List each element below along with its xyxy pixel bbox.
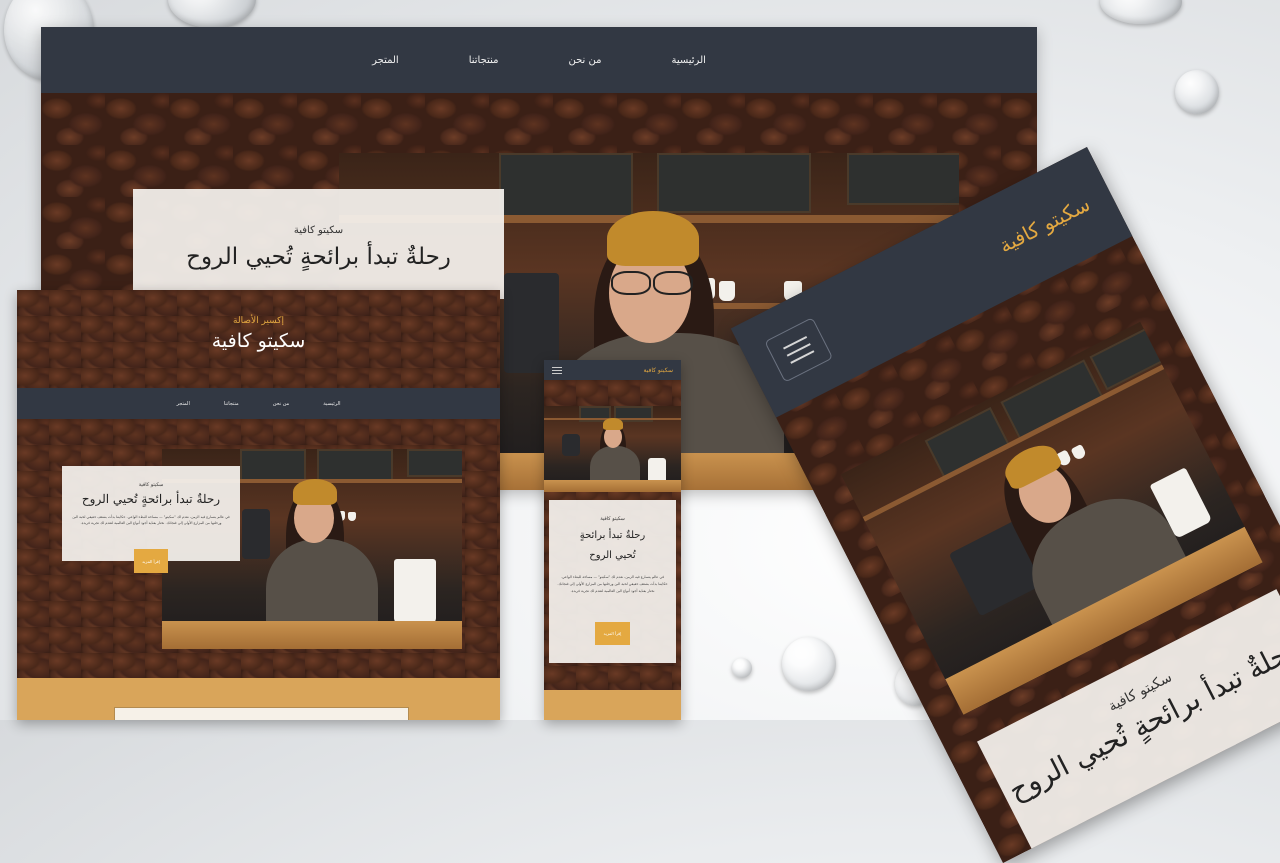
- nav-item-products[interactable]: منتجاتنا: [469, 55, 499, 66]
- water-drop-decoration: [732, 658, 752, 678]
- mobile-hero-subtitle: سكيتو كافية: [600, 516, 625, 522]
- hero-subtitle: سكيتو كافية: [293, 225, 344, 236]
- medium-navbar: الرئيسية من نحن منتجاتنا المتجر: [17, 388, 500, 419]
- nav-item-home[interactable]: الرئيسية: [671, 55, 705, 66]
- nav-item-home[interactable]: الرئيسية: [323, 401, 340, 407]
- menu-icon[interactable]: [764, 317, 834, 383]
- hero-title: رحلةٌ تبدأ برائحةٍ تُحيي الروح: [186, 244, 451, 270]
- medium-footer-section: [17, 678, 500, 720]
- nav-item-about[interactable]: من نحن: [273, 401, 290, 407]
- mobile-mockup: سكيتو كافية سكيتو كافية رحلةٌ تبدأ برائح…: [544, 360, 681, 720]
- nav-item-shop[interactable]: المتجر: [372, 55, 399, 66]
- mobile-footer-section: [544, 690, 681, 720]
- nav-item-products[interactable]: منتجاتنا: [224, 401, 239, 407]
- mobile-logo[interactable]: سكيتو كافية: [643, 367, 673, 374]
- mobile-read-more-button[interactable]: إقرأ المزيد: [595, 622, 630, 645]
- medium-hero-title: رحلةٌ تبدأ برائحةٍ تُحيي الروح: [81, 492, 221, 506]
- hero-card: سكيتو كافية رحلةٌ تبدأ برائحةٍ تُحيي الر…: [133, 189, 504, 299]
- desktop-navbar: الرئيسية من نحن منتجاتنا المتجر: [41, 27, 1037, 93]
- mobile-navbar: سكيتو كافية: [544, 360, 681, 380]
- brand-name: سكيتو كافية: [211, 330, 306, 352]
- medium-hero-card: سكيتو كافية رحلةٌ تبدأ برائحةٍ تُحيي الر…: [62, 466, 240, 561]
- mobile-hero-body: في عالم يتسارع فيه الزمن، نقدم لك "سكيتو…: [557, 575, 668, 593]
- nav-item-about[interactable]: من نحن: [568, 55, 601, 66]
- tablet-logo[interactable]: سكيتو كافية: [995, 192, 1094, 258]
- water-drop-decoration: [168, 0, 256, 28]
- nav-item-shop[interactable]: المتجر: [177, 401, 190, 407]
- medium-read-more-button[interactable]: إقرأ المزيد: [134, 549, 168, 573]
- medium-hero-body: في عالم يتسارع فيه الزمن، نقدم لك "سكيتو…: [72, 515, 230, 525]
- water-drop-decoration: [1100, 0, 1182, 24]
- mobile-menu-icon[interactable]: [552, 366, 562, 374]
- mobile-hero-title: رحلةٌ تبدأ برائحةٍ تُحيي الروح: [579, 530, 646, 561]
- brand-banner: إكسير الأصالة سكيتو كافية: [17, 290, 500, 388]
- mobile-hero-photo: [544, 406, 681, 492]
- medium-hero-subtitle: سكيتو كافية: [138, 482, 164, 488]
- brand-tagline: إكسير الأصالة: [233, 316, 284, 326]
- desktop-mockup-medium: إكسير الأصالة سكيتو كافية الرئيسية من نح…: [17, 290, 500, 720]
- water-drop-decoration: [782, 637, 836, 691]
- water-drop-decoration: [1175, 70, 1219, 114]
